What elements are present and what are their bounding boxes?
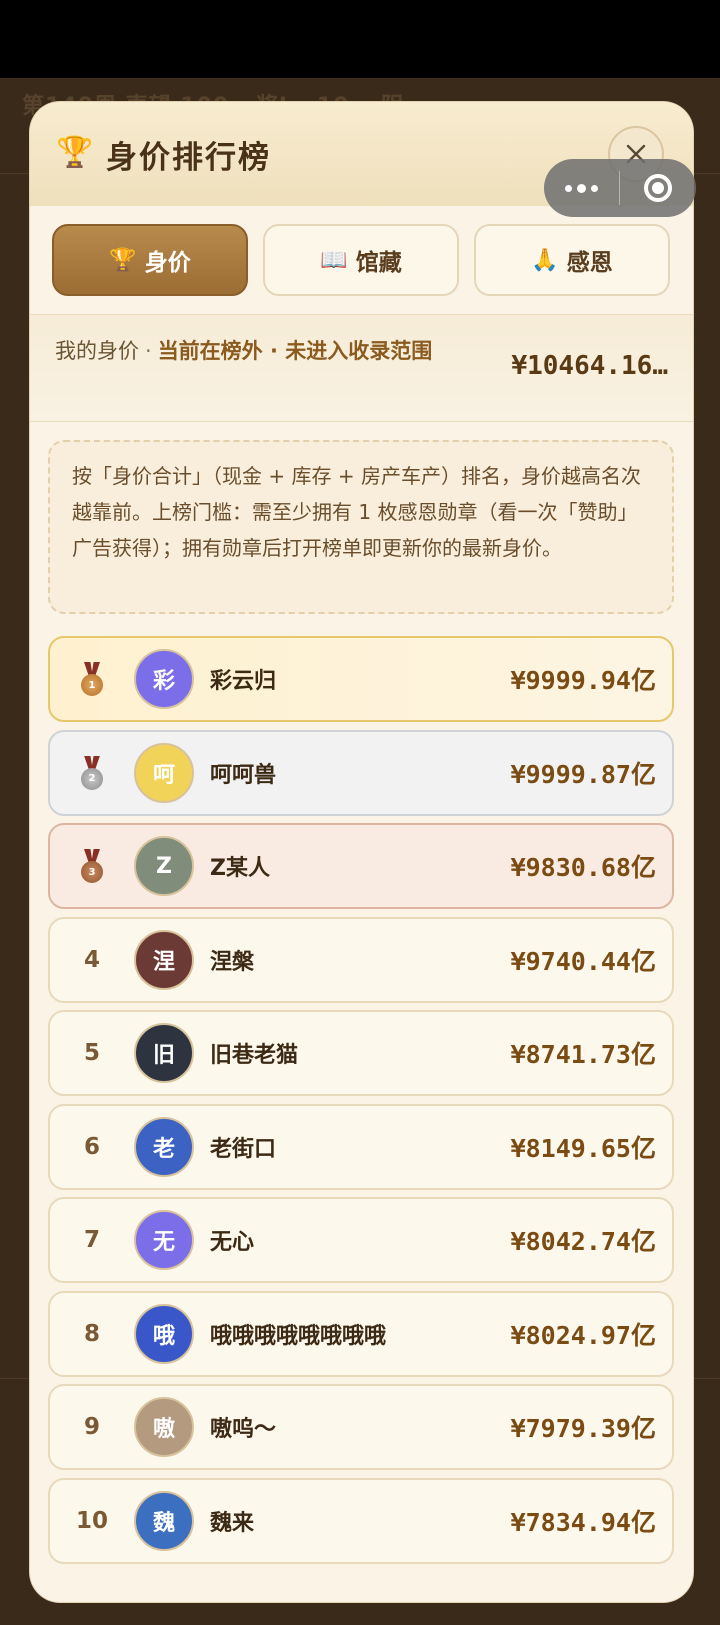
player-name: Z某人 [210, 856, 270, 881]
player-name: 哦哦哦哦哦哦哦哦 [210, 1323, 387, 1349]
bronze-medal-icon: 3 [81, 849, 103, 883]
avatar: 老 [134, 1116, 194, 1177]
avatar: 呵 [134, 742, 194, 803]
leaderboard-row[interactable]: 5 旧旧巷老猫 ¥8741.73亿 [48, 1010, 674, 1096]
my-rank-label: 我的身价 [55, 339, 139, 363]
networth-value: ¥8024.97亿 [510, 1320, 656, 1350]
rank-number: 7 [83, 1227, 100, 1253]
rank-number: 6 [83, 1133, 100, 1160]
trophy-icon: 🏆 [56, 135, 94, 170]
player-name: 呵呵兽 [210, 762, 277, 788]
leaderboard-row[interactable]: 9 嗷嗷呜～ ¥7979.39亿 [48, 1384, 674, 1470]
exit-circle-icon[interactable] [620, 159, 695, 217]
player-name: 老街口 [210, 1136, 277, 1162]
networth-value: ¥9999.94亿 [510, 666, 656, 695]
more-dots-icon[interactable] [544, 159, 619, 217]
tab-collection[interactable]: 📖 馆藏 [263, 224, 459, 296]
networth-value: ¥9999.87亿 [510, 759, 656, 789]
tab-networth[interactable]: 🏆 身价 [52, 224, 248, 296]
my-networth-value: ¥10464.16… [511, 351, 668, 381]
networth-value: ¥8741.73亿 [510, 1040, 656, 1069]
avatar: Z [134, 836, 194, 896]
my-rank-text: 我的身价 · 当前在榜外 · 未进入收录范围 [55, 335, 455, 367]
ranking-description: 按「身价合计」（现金 + 库存 + 房产车产）排名，身价越高名次越靠前。上榜门槛… [48, 440, 674, 614]
avatar: 涅 [134, 929, 194, 990]
rank-number: 9 [83, 1414, 100, 1440]
my-rank-status: 当前在榜外 · 未进入收录范围 [157, 339, 433, 363]
networth-value: ¥8042.74亿 [510, 1227, 656, 1256]
book-icon: 📖 [320, 247, 348, 273]
rank-medal: 2 [72, 732, 112, 814]
rank-number: 10 [75, 1507, 108, 1534]
player-name: 彩云归 [210, 669, 277, 694]
networth-value: ¥9830.68亿 [510, 853, 656, 882]
tab-gratitude[interactable]: 🙏 感恩 [474, 224, 670, 296]
leaderboard-row[interactable]: 4 涅涅槃 ¥9740.44亿 [48, 916, 674, 1003]
avatar: 无 [134, 1210, 194, 1270]
gold-medal-icon: 1 [81, 662, 103, 696]
tab-label: 馆藏 [355, 250, 402, 276]
avatar: 哦 [134, 1303, 194, 1364]
avatar: 魏 [134, 1490, 194, 1551]
modal-title: 身价排行榜 [106, 140, 271, 176]
leaderboard-row[interactable]: 7 无无心 ¥8042.74亿 [48, 1197, 674, 1283]
networth-value: ¥7834.94亿 [510, 1507, 656, 1537]
leaderboard-row[interactable]: 2 呵呵呵兽 ¥9999.87亿 [48, 729, 674, 816]
rank-number: 4 [83, 946, 100, 973]
player-name: 嗷呜～ [210, 1417, 277, 1442]
networth-value: ¥7979.39亿 [510, 1414, 656, 1443]
avatar: 旧 [134, 1023, 194, 1083]
rank-medal: 3 [72, 825, 112, 907]
leaderboard-row[interactable]: 10 魏魏来 ¥7834.94亿 [48, 1477, 674, 1564]
player-name: 涅槃 [210, 949, 255, 975]
player-name: 旧巷老猫 [210, 1043, 299, 1068]
networth-value: ¥8149.65亿 [510, 1133, 656, 1163]
tab-bar: 🏆 身价 📖 馆藏 🙏 感恩 [52, 224, 672, 296]
separator-dot: · [145, 339, 152, 363]
player-name: 无心 [210, 1230, 255, 1255]
tab-label: 感恩 [566, 250, 613, 276]
player-name: 魏来 [210, 1510, 255, 1536]
my-rank-bar: 我的身价 · 当前在榜外 · 未进入收录范围 ¥10464.16… [30, 314, 693, 422]
rank-number: 5 [83, 1040, 100, 1066]
leaderboard-modal: 🏆 身价排行榜 🏆 身价 📖 馆藏 🙏 感恩 我的身价 · 当前在榜外 · 未进入收… [30, 102, 693, 1602]
leaderboard-row[interactable]: 6 老老街口 ¥8149.65亿 [48, 1103, 674, 1190]
leaderboard-row[interactable]: 8 哦哦哦哦哦哦哦哦哦 ¥8024.97亿 [48, 1290, 674, 1377]
pray-icon: 🙏 [531, 247, 559, 273]
tab-label: 身价 [144, 250, 191, 276]
rank-number: 8 [83, 1320, 100, 1347]
leaderboard-row[interactable]: 1 彩彩云归 ¥9999.94亿 [48, 636, 674, 722]
networth-value: ¥9740.44亿 [510, 946, 656, 976]
leaderboard-row[interactable]: 3 Z Z某人 ¥9830.68亿 [48, 823, 674, 909]
silver-medal-icon: 2 [81, 755, 103, 790]
avatar: 嗷 [134, 1397, 194, 1457]
miniprogram-capsule [544, 159, 696, 217]
trophy-icon: 🏆 [109, 247, 137, 273]
rank-medal: 1 [72, 638, 112, 720]
avatar: 彩 [134, 649, 194, 709]
